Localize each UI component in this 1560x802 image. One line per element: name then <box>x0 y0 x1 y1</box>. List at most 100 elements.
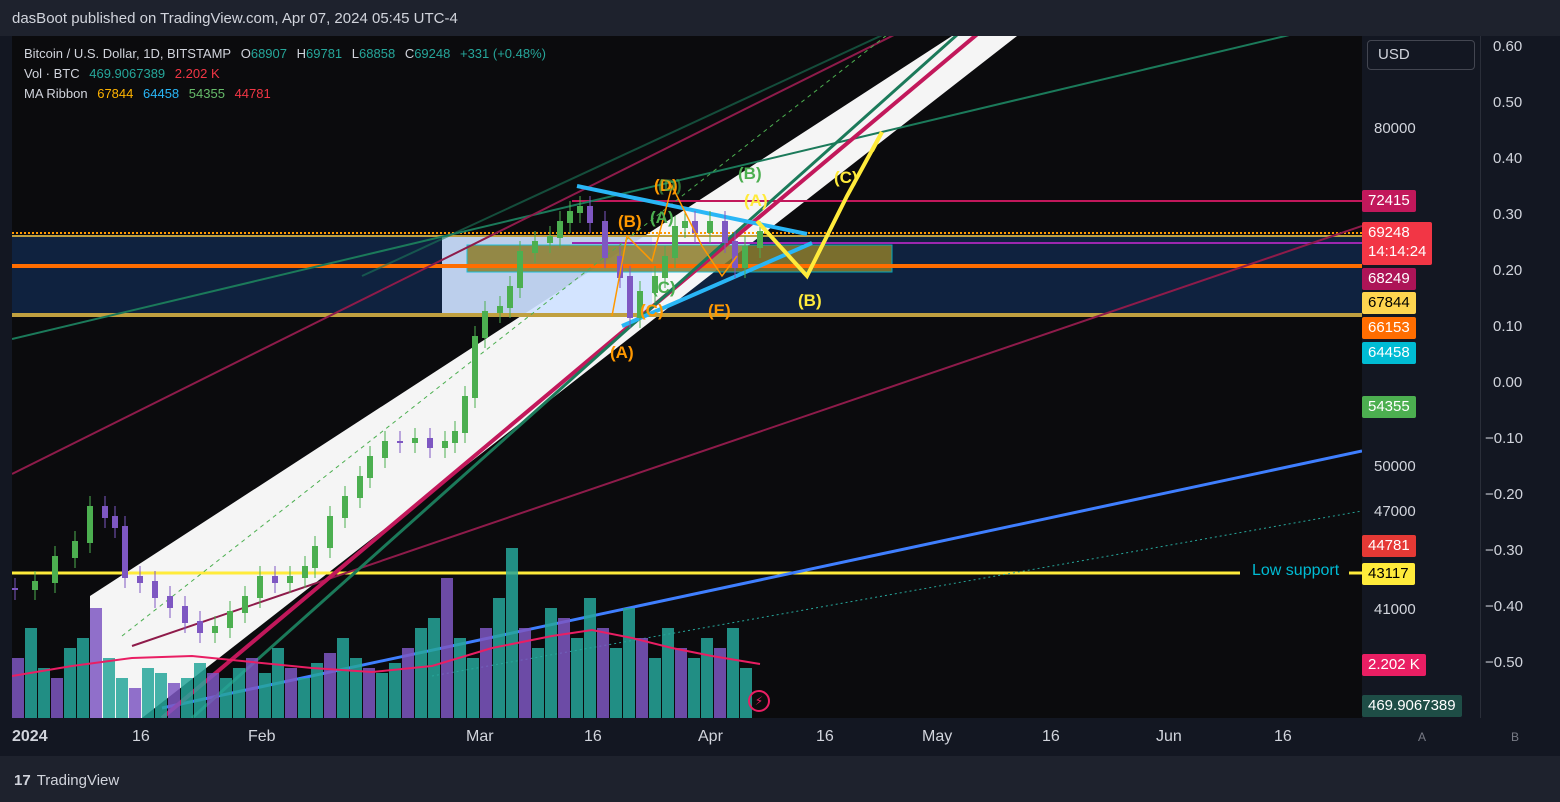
price-tag-68249: 68249 <box>1362 268 1416 290</box>
secondary-axis[interactable]: 0.60 0.50 0.40 0.30 0.20 0.10 0.00 −0.10… <box>1480 36 1560 718</box>
sec-tick-0: 0.60 <box>1493 38 1523 55</box>
candle-body <box>182 606 188 623</box>
candle-body <box>327 516 333 548</box>
price-tag-72415: 72415 <box>1362 190 1416 212</box>
volume-ma-value: 2.202 K <box>174 66 220 81</box>
symbol-name[interactable]: Bitcoin / U.S. Dollar, 1D, BITSTAMP <box>24 46 231 61</box>
volume-bar <box>467 658 479 718</box>
candle-body <box>242 596 248 613</box>
price-tag-67844: 67844 <box>1362 292 1416 314</box>
h-label: H <box>296 46 307 61</box>
sec-tick-5: 0.10 <box>1493 318 1523 335</box>
candle-body <box>462 396 468 433</box>
wave-label-b-green: (B) <box>738 164 762 183</box>
candle-body <box>102 506 108 518</box>
sec-tick-7: −0.10 <box>1485 430 1523 447</box>
volume-bar <box>454 638 466 718</box>
time-tick-jun16: 16 <box>1274 728 1292 745</box>
volume-bar <box>142 668 154 718</box>
sec-tick-4: 0.20 <box>1493 262 1523 279</box>
legend-volume-row[interactable]: Vol · BTC 469.9067389 2.202 K <box>24 64 546 84</box>
volume-bar <box>623 608 635 718</box>
volume-bar <box>545 608 557 718</box>
chart-legend: Bitcoin / U.S. Dollar, 1D, BITSTAMP O689… <box>24 44 546 104</box>
candle-body <box>32 581 38 590</box>
log-scale-button[interactable]: B <box>1503 730 1527 746</box>
low-value: 68858 <box>359 46 396 61</box>
candle-body <box>682 221 688 228</box>
volume-bar <box>246 658 258 718</box>
candle-body <box>587 206 593 223</box>
candle-body <box>197 621 203 633</box>
candle-body <box>557 221 563 238</box>
wave-label-a-orange: (A) <box>610 343 634 362</box>
candle-body <box>52 556 58 583</box>
lightning-icon[interactable]: ⚡ <box>748 690 770 712</box>
close-value: 69248 <box>414 46 451 61</box>
change-value: +331 (+0.48%) <box>459 46 546 61</box>
candle-body <box>122 526 128 578</box>
wave-label-a-yellow: (A) <box>744 191 768 210</box>
volume-value: 469.9067389 <box>89 66 166 81</box>
volume-bar <box>441 578 453 718</box>
candle-body <box>742 246 748 268</box>
volume-bar <box>675 648 687 718</box>
last-price-tag: 69248 14:14:24 <box>1362 222 1433 265</box>
legend-ma-row[interactable]: MA Ribbon 67844 64458 54355 44781 <box>24 84 546 104</box>
candle-body <box>567 211 573 223</box>
wave-label-b-yellow: (B) <box>798 291 822 310</box>
candle-body <box>672 226 678 258</box>
volume-bar <box>363 668 375 718</box>
volume-bar <box>324 653 336 718</box>
currency-selector[interactable]: USD <box>1367 40 1475 70</box>
time-tick-feb: Feb <box>248 728 276 745</box>
auto-scale-button[interactable]: A <box>1410 730 1434 746</box>
footer: 17 TradingView <box>0 756 1560 802</box>
price-tick-47000: 47000 <box>1374 503 1416 520</box>
volume-bar <box>259 673 271 718</box>
volume-bar <box>701 638 713 718</box>
sec-tick-1: 0.50 <box>1493 94 1523 111</box>
bar-countdown: 14:14:24 <box>1368 243 1427 260</box>
volume-bar <box>571 638 583 718</box>
last-price-value: 69248 <box>1368 224 1410 241</box>
volume-bar <box>727 628 739 718</box>
tradingview-logo[interactable]: 17 TradingView <box>14 772 119 789</box>
price-tick-41000: 41000 <box>1374 601 1416 618</box>
chart-canvas[interactable] <box>12 36 1362 718</box>
volume-bar <box>493 598 505 718</box>
volume-bar <box>64 648 76 718</box>
volume-bar <box>428 618 440 718</box>
sec-tick-9: −0.30 <box>1485 542 1523 559</box>
candle-body <box>547 236 553 243</box>
high-value: 69781 <box>306 46 343 61</box>
volume-bar <box>285 668 297 718</box>
volume-bar <box>38 668 50 718</box>
candle-body <box>212 626 218 633</box>
legend-symbol-row[interactable]: Bitcoin / U.S. Dollar, 1D, BITSTAMP O689… <box>24 44 546 64</box>
volume-bar <box>12 658 24 718</box>
volume-bar <box>636 638 648 718</box>
price-tag-66153: 66153 <box>1362 317 1416 339</box>
candle-body <box>12 588 18 590</box>
sec-tick-2: 0.40 <box>1493 150 1523 167</box>
candle-body <box>732 241 738 268</box>
wave-label-c-orange: (C) <box>640 301 664 320</box>
volume-bar <box>376 673 388 718</box>
volume-bar <box>337 638 349 718</box>
candle-body <box>497 306 503 313</box>
volume-bar <box>77 638 89 718</box>
price-tag-43117: 43117 <box>1362 563 1415 585</box>
candle-body <box>517 251 523 288</box>
chart-area[interactable]: (A) (B) (C) (D) (E) (A) (B) (C) (D) (A) … <box>12 36 1362 718</box>
candle-body <box>482 311 488 338</box>
ma-value-2: 64458 <box>143 86 180 101</box>
candle-body <box>412 438 418 443</box>
sec-tick-6: 0.00 <box>1493 374 1523 391</box>
time-axis[interactable]: 2024 16 Feb Mar 16 Apr 16 May 16 Jun 16 <box>12 718 1362 756</box>
price-axis[interactable]: USD 80000 50000 47000 41000 72415 69248 … <box>1362 36 1480 718</box>
price-tag-64458: 64458 <box>1362 342 1416 364</box>
candle-body <box>507 286 513 308</box>
open-value: 68907 <box>250 46 287 61</box>
time-tick-may16: 16 <box>1042 728 1060 745</box>
